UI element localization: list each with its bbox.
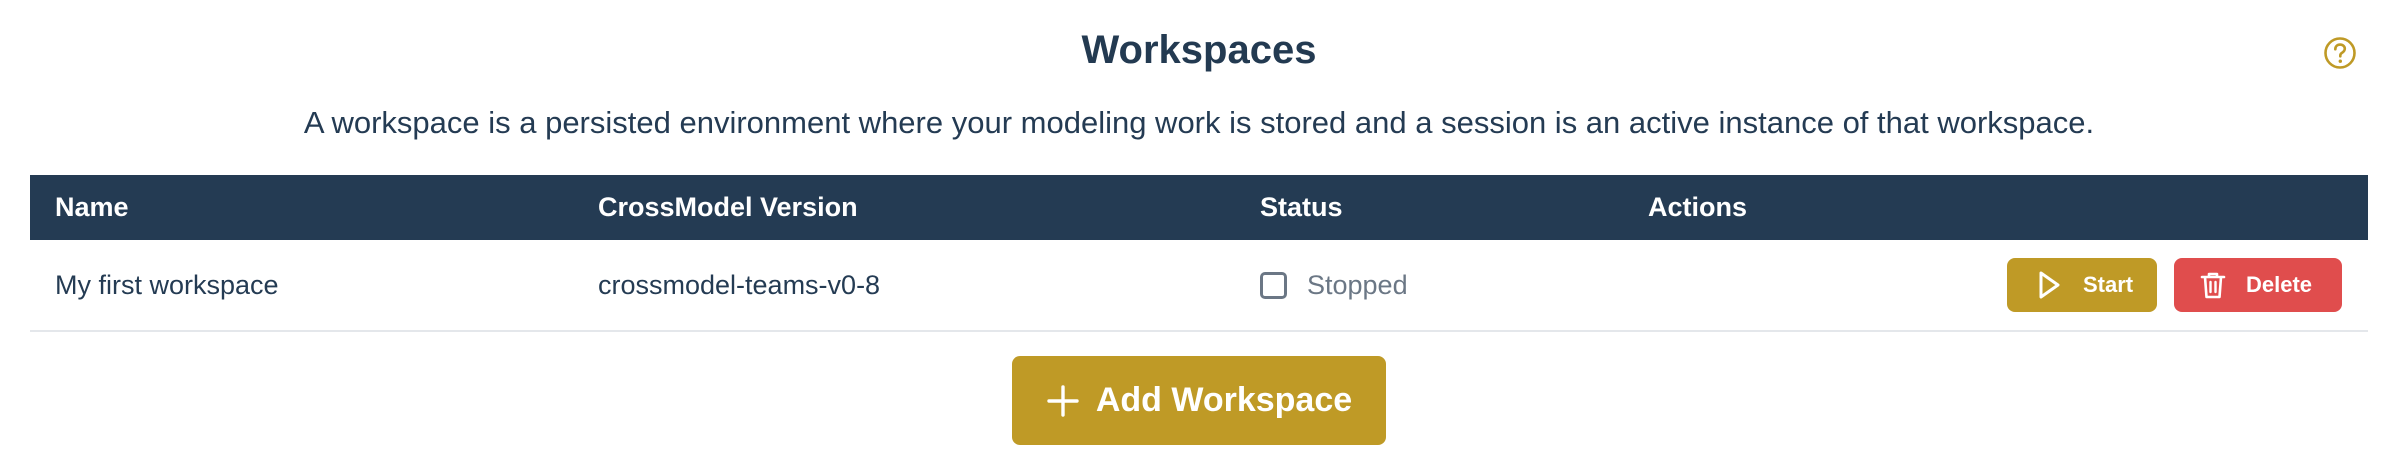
play-icon — [2037, 270, 2063, 300]
delete-button-label: Delete — [2246, 272, 2313, 297]
add-workspace-button[interactable]: Add Workspace — [1012, 356, 1386, 445]
column-header-name: Name — [55, 192, 129, 222]
workspace-version: crossmodel-teams-v0-8 — [598, 270, 881, 300]
workspace-status: Stopped — [1260, 240, 1408, 330]
plus-icon — [1046, 384, 1080, 418]
status-checkbox[interactable] — [1260, 271, 1287, 299]
page-title: Workspaces — [1081, 28, 1317, 72]
question-circle-icon[interactable] — [2323, 36, 2357, 70]
table-row: My first workspace crossmodel-teams-v0-8… — [30, 240, 2368, 332]
column-header-version: CrossModel Version — [598, 192, 858, 222]
column-header-status: Status — [1260, 192, 1343, 222]
page-description: A workspace is a persisted environment w… — [303, 105, 2095, 140]
trash-icon — [2200, 270, 2226, 300]
workspace-name: My first workspace — [55, 270, 279, 300]
delete-button[interactable]: Delete — [2174, 258, 2342, 312]
column-header-actions: Actions — [1648, 192, 1748, 222]
start-button[interactable]: Start — [2007, 258, 2157, 312]
workspaces-table: Name CrossModel Version Status Actions M… — [30, 175, 2368, 332]
status-label: Stopped — [1307, 269, 1408, 300]
table-header: Name CrossModel Version Status Actions — [30, 175, 2368, 240]
workspaces-panel: Workspaces A workspace is a persisted en… — [0, 0, 2398, 471]
start-button-label: Start — [2083, 272, 2134, 297]
add-workspace-label: Add Workspace — [1095, 381, 1353, 419]
